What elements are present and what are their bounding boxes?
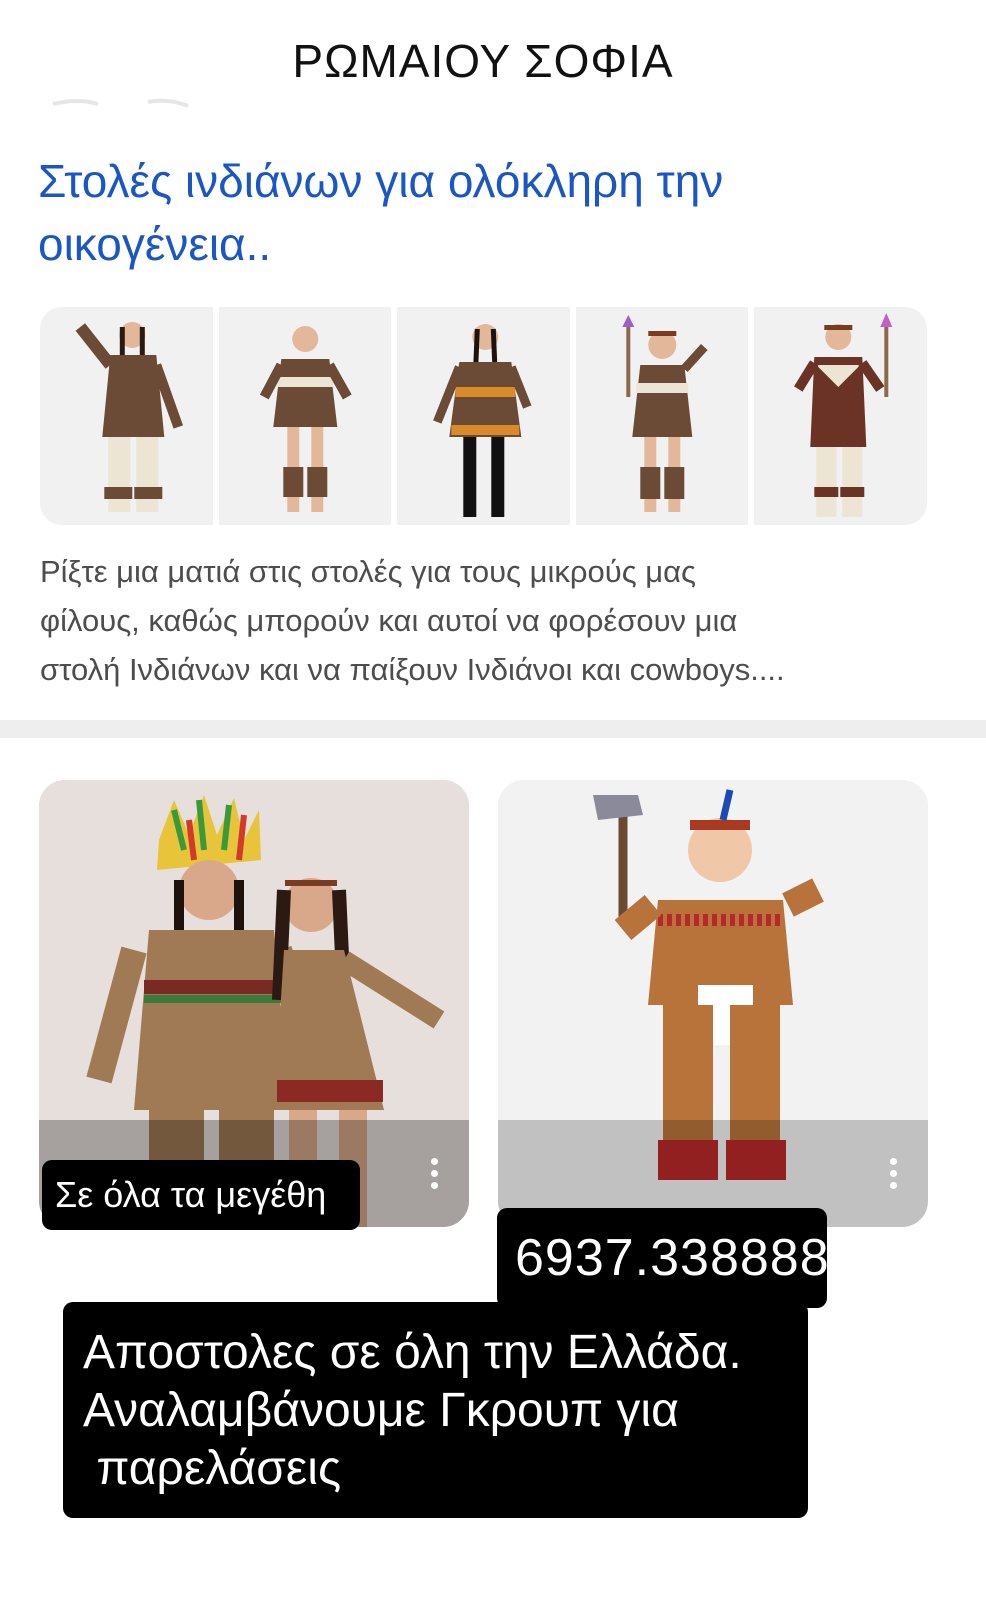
- image-thumbnail-strip[interactable]: [40, 307, 927, 525]
- result-snippet: Ρίξτε μια ματιά στις στολές για τους μικ…: [40, 547, 940, 694]
- more-vert-icon[interactable]: [885, 1158, 901, 1194]
- shipping-line-3: παρελάσεις: [83, 1442, 342, 1495]
- result-title-line-1: Στολές ινδιάνων για ολόκληρη την: [38, 155, 724, 207]
- all-sizes-caption: Σε όλα τα μεγέθη: [42, 1160, 360, 1230]
- decorative-mark: [52, 98, 189, 108]
- woman-costume-thumbnail[interactable]: [218, 307, 392, 525]
- page-title: ΡΩΜΑΙΟΥ ΣΟΦΙΑ: [292, 35, 674, 87]
- boy-costume-photo: [498, 780, 928, 1227]
- shipping-line-2: Αναλαμβάνουμε Γκρουπ για: [83, 1384, 679, 1437]
- more-vert-icon[interactable]: [426, 1158, 442, 1194]
- boy-costume-image-card[interactable]: [498, 780, 928, 1227]
- phone-number-label: 6937.338888: [497, 1208, 829, 1308]
- boy-costume-thumbnail[interactable]: [754, 307, 927, 525]
- shipping-line-1: Αποστολες σε όλη την Ελλάδα.: [83, 1326, 742, 1379]
- snippet-line-1: Ρίξτε μια ματιά στις στολές για τους μικ…: [40, 554, 696, 589]
- man-costume-thumbnail[interactable]: [40, 307, 213, 525]
- woman-black-boots-costume-thumbnail[interactable]: [397, 307, 570, 525]
- girl-costume-thumbnail[interactable]: [575, 307, 749, 525]
- result-title-line-2: οικογένεια..: [38, 218, 272, 270]
- result-title-link[interactable]: Στολές ινδιάνων για ολόκληρη την οικογέν…: [38, 150, 918, 276]
- snippet-line-2: φίλους, καθώς μπορούν και αυτοί να φορέσ…: [40, 603, 738, 638]
- shipping-info-label: Αποστολες σε όλη την Ελλάδα. Αναλαμβάνου…: [63, 1302, 808, 1518]
- section-divider: [0, 720, 986, 738]
- snippet-line-3: στολή Ινδιάνων και να παίξουν Ινδιάνοι κ…: [40, 652, 785, 687]
